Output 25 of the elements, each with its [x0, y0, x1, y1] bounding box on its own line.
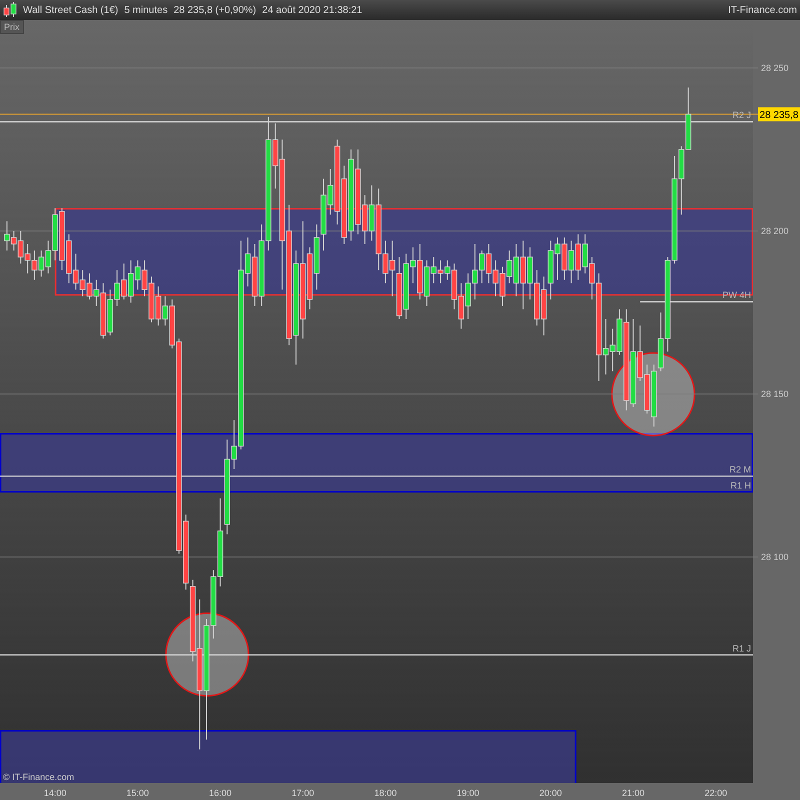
time-axis-label: 14:00: [44, 788, 66, 798]
level-label: R1 H: [730, 480, 751, 490]
time-axis-label: 15:00: [126, 788, 149, 798]
interval-label: 5 minutes: [124, 4, 168, 18]
time-axis-label: 20:00: [539, 788, 562, 798]
quote-text: 28 235,8 (+0,90%): [174, 4, 256, 18]
price-axis-label: 28 100: [761, 552, 789, 562]
level-label: R2 M: [729, 464, 751, 475]
timestamp: 24 août 2020 21:38:21: [262, 4, 362, 18]
instrument-name: Wall Street Cash (1€): [23, 4, 118, 18]
time-axis-label: 17:00: [292, 788, 314, 798]
price-axis-label: 28 250: [761, 62, 789, 73]
time-axis-label: 18:00: [374, 788, 397, 798]
price-axis-label: 28 200: [761, 226, 789, 236]
time-axis-label: 22:00: [704, 788, 728, 798]
price-tag: 28 235,8: [758, 107, 800, 122]
time-axis-label: 19:00: [456, 788, 480, 798]
candlestick-logo-icon: [3, 2, 17, 18]
site-name: IT-Finance.com: [728, 4, 797, 18]
time-axis-label: 21:00: [622, 788, 644, 798]
price-axis-label: 28 150: [761, 389, 789, 399]
time-axis-label: 16:00: [209, 788, 232, 798]
level-label: R1 J: [732, 643, 751, 654]
copyright-text: © IT-Finance.com: [3, 772, 74, 782]
axis-title: Prix: [0, 20, 24, 34]
